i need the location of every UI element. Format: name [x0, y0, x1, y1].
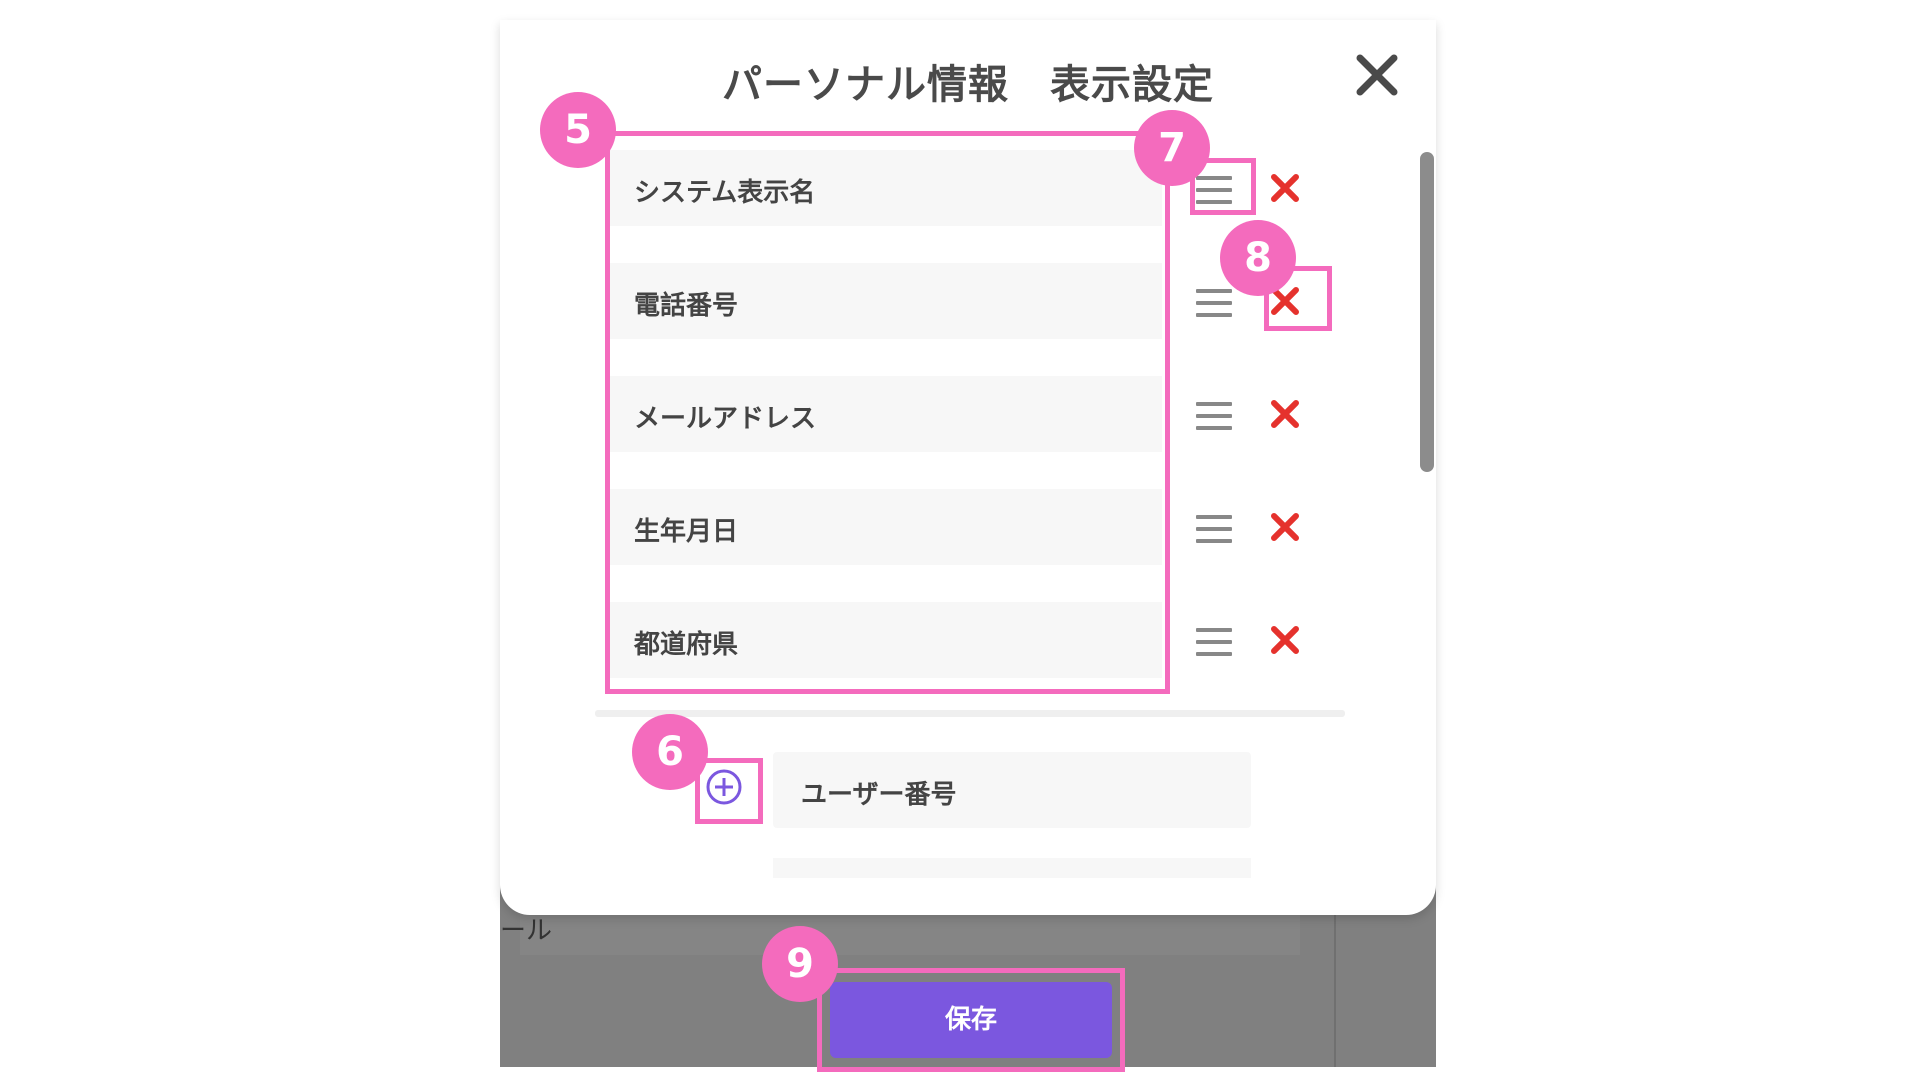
highlight-add-button [695, 758, 763, 824]
close-icon[interactable] [1352, 50, 1402, 100]
scrollbar[interactable] [1420, 152, 1434, 472]
annotation-badge: 7 [1134, 110, 1210, 186]
available-item[interactable] [773, 858, 1251, 878]
delete-icon[interactable] [1270, 173, 1300, 203]
highlight-save-button [817, 968, 1125, 1072]
annotation-badge: 6 [632, 714, 708, 790]
drag-handle-icon[interactable] [1196, 515, 1232, 543]
annotation-badge: 5 [540, 92, 616, 168]
background-divider [1334, 900, 1336, 1067]
delete-icon[interactable] [1270, 512, 1300, 542]
annotation-badge: 8 [1220, 220, 1296, 296]
drag-handle-icon[interactable] [1196, 289, 1232, 317]
modal-title: パーソナル情報 表示設定 [722, 62, 1214, 108]
section-divider [595, 710, 1345, 717]
annotation-badge: 9 [762, 926, 838, 1002]
drag-handle-icon[interactable] [1196, 402, 1232, 430]
drag-handle-icon[interactable] [1196, 628, 1232, 656]
delete-icon[interactable] [1270, 625, 1300, 655]
available-item[interactable]: ユーザー番号 [773, 752, 1251, 828]
delete-icon[interactable] [1270, 399, 1300, 429]
screen: ール パーソナル情報 表示設定 システム表示名 電話番号 メールアドレス 生年月… [0, 0, 1920, 1080]
available-item-label: ユーザー番号 [801, 780, 957, 810]
highlight-selected-list [605, 131, 1170, 694]
background-partial-text: ール [500, 916, 553, 946]
